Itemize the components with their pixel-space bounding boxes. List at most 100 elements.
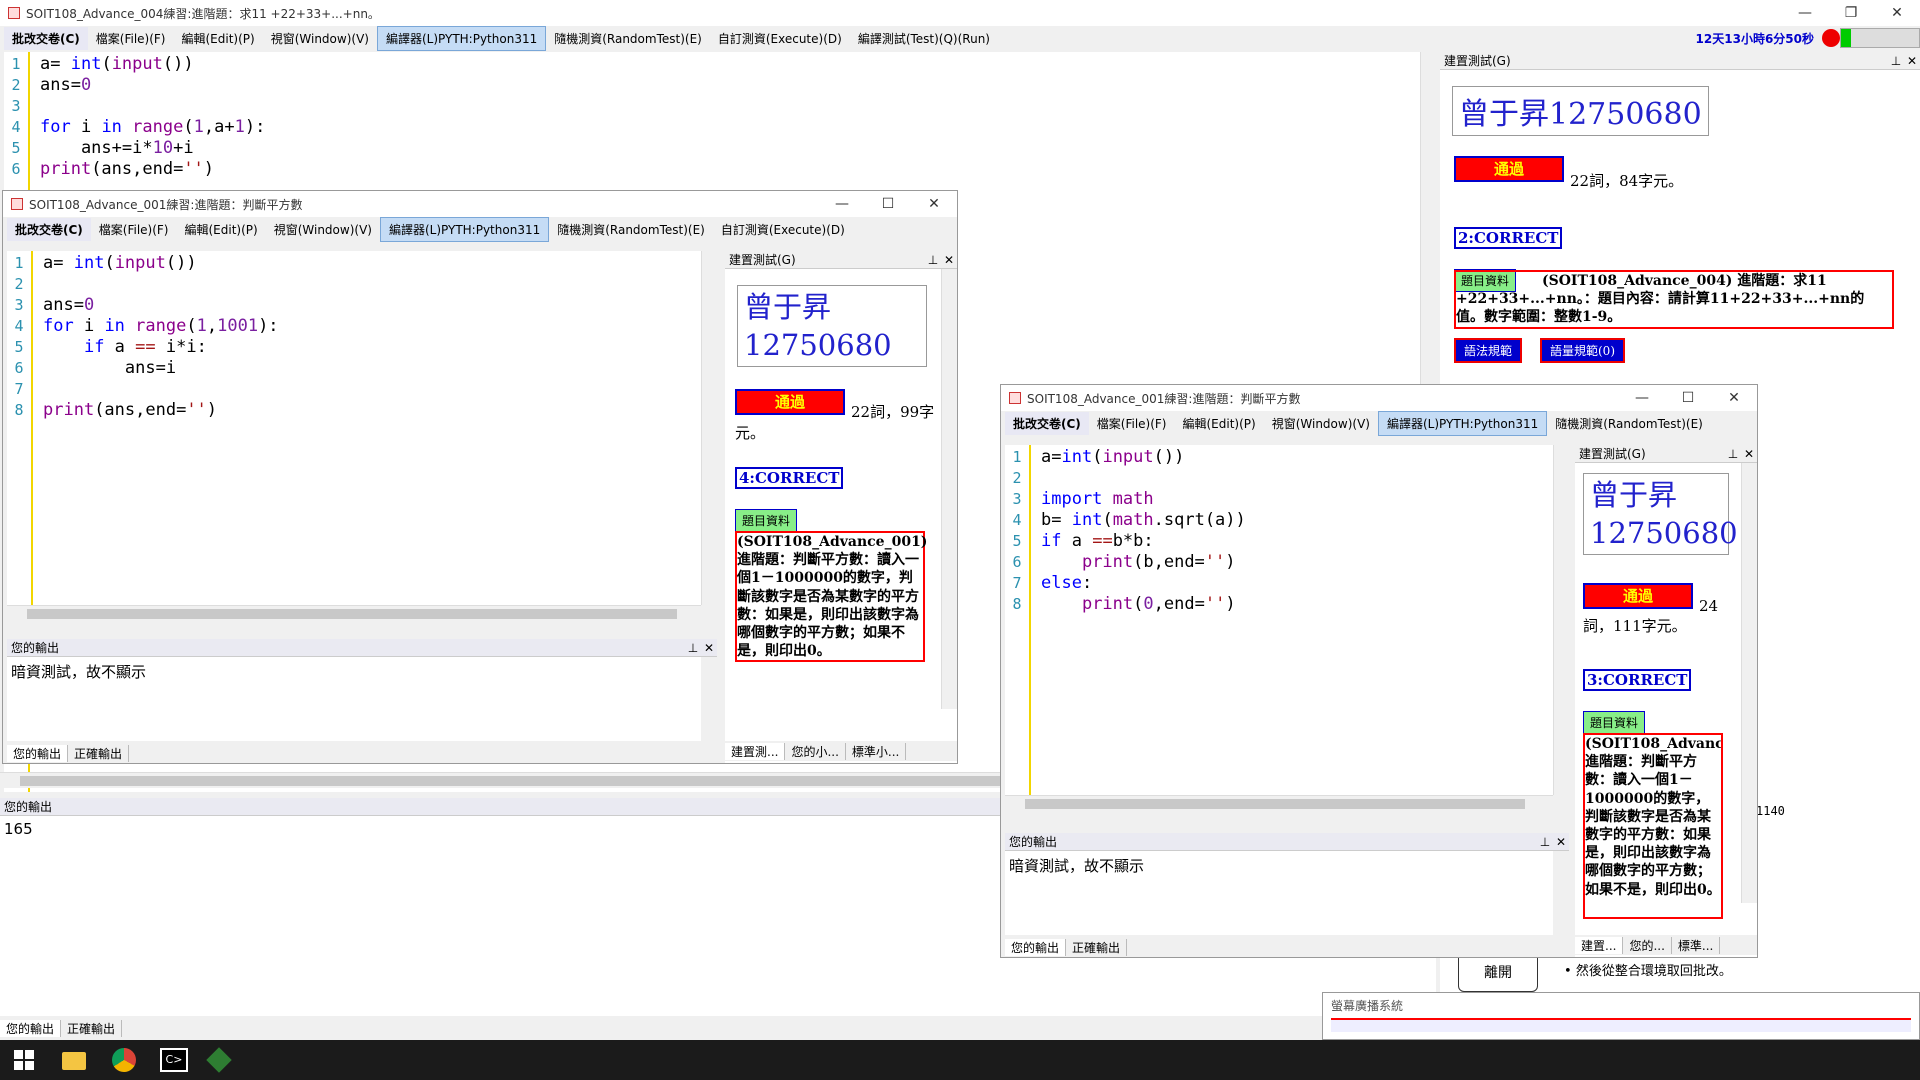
exit-button[interactable]: 離開 [1458, 952, 1538, 992]
win3-titlebar: SOIT108_Advance_001練習:進階題：判斷平方數 — ☐ ✕ [1001, 385, 1757, 411]
code-text: a= int(input()) ans=0 for i in range(1,a… [40, 54, 266, 179]
minimize-icon[interactable]: — [819, 196, 865, 212]
broadcast-window[interactable]: 螢幕廣播系統 [1322, 992, 1920, 1040]
side-header: 建置測試(G) [729, 253, 796, 267]
timer: 12天13小時6分50秒 [1695, 31, 1814, 46]
side-header: 建置測試(G) [1444, 54, 1511, 68]
menu-compiler[interactable]: 編譯器(L)PYTH:Python311 [379, 216, 550, 242]
win3-output: 暗資測試，故不顯示 [1005, 851, 1553, 935]
side-header: 建置測試(G) [1579, 447, 1646, 461]
close-icon[interactable]: ✕ [1553, 835, 1569, 849]
main-menubar: 批改交卷(C) 檔案(File)(F) 編輯(Edit)(P) 視窗(Windo… [0, 25, 1920, 51]
window-advance-001-b: SOIT108_Advance_001練習:進階題：判斷平方數 — ☐ ✕ 批改交卷… [1000, 384, 1758, 958]
side-vscroll[interactable] [1741, 463, 1757, 903]
win2-titlebar: SOIT108_Advance_001練習:進階題：判斷平方數 — ☐ ✕ [3, 191, 957, 217]
taskbar: C> [0, 1040, 1920, 1080]
menu-compiler[interactable]: 編譯器(L)PYTH:Python311 [376, 25, 547, 51]
menu-compiler[interactable]: 編譯器(L)PYTH:Python311 [1377, 410, 1548, 436]
side-vscroll[interactable] [941, 269, 957, 709]
close-icon[interactable]: ✕ [911, 196, 957, 212]
side-misc-number: 1140 [1756, 804, 1785, 818]
window-advance-001-a: SOIT108_Advance_001練習:進階題：判斷平方數 — ☐ ✕ 批改交卷… [2, 190, 958, 764]
close-icon[interactable]: ✕ [941, 253, 957, 267]
menu-submit[interactable]: 批改交卷(C) [1005, 411, 1089, 435]
close-icon[interactable]: ✕ [701, 641, 717, 655]
question-info-button[interactable]: 題目資料 [735, 509, 798, 532]
question-text: (SOIT108_Advance_00 進階題：判斷平方數：讀入一個1－1000… [1583, 733, 1723, 919]
win2-editor-hscroll[interactable] [7, 605, 701, 621]
minimize-icon[interactable]: — [1782, 5, 1828, 21]
pin-icon[interactable]: ⊥ [925, 253, 941, 267]
file-explorer-icon[interactable] [62, 1052, 86, 1070]
tab-your-small[interactable]: 您的小... [785, 742, 846, 760]
maximize-icon[interactable]: ❐ [1828, 5, 1874, 21]
win3-editor-hscroll[interactable] [1005, 795, 1553, 811]
menu-window[interactable]: 視窗(Window)(V) [263, 27, 377, 50]
line-number-gutter: 12345678 [1005, 445, 1031, 795]
close-icon[interactable]: ✕ [1741, 447, 1757, 461]
app-pin-icon[interactable] [206, 1047, 232, 1073]
win2-menubar: 批改交卷(C) 檔案(File)(F) 編輯(Edit)(P) 視窗(Windo… [3, 216, 957, 242]
menu-edit[interactable]: 編輯(Edit)(P) [174, 27, 263, 50]
menu-window[interactable]: 視窗(Window)(V) [1264, 412, 1378, 435]
pin-icon[interactable]: ⊥ [685, 641, 701, 655]
win2-editor-vscroll[interactable] [701, 251, 717, 605]
line-number-gutter: 12345678 [7, 251, 33, 605]
menu-submit[interactable]: 批改交卷(C) [7, 217, 91, 241]
win2-output-tabs: 您的輸出 正確輸出 [7, 743, 717, 763]
close-icon[interactable]: ✕ [1711, 390, 1757, 406]
menu-execute[interactable]: 自訂測資(Execute)(D) [713, 218, 853, 241]
win3-output-tabs: 您的輸出 正確輸出 [1005, 937, 1569, 957]
close-icon[interactable]: ✕ [1904, 54, 1920, 68]
maximize-icon[interactable]: ☐ [1665, 390, 1711, 406]
tab-standard-small[interactable]: 標準... [1672, 936, 1721, 954]
menu-execute[interactable]: 自訂測資(Execute)(D) [710, 27, 850, 50]
tab-correct-output[interactable]: 正確輸出 [68, 744, 130, 762]
menu-edit[interactable]: 編輯(Edit)(P) [177, 218, 266, 241]
pin-icon[interactable]: ⊥ [1888, 54, 1904, 68]
stats-text: 22詞，99字元。 [735, 403, 935, 442]
tab-correct-output[interactable]: 正確輸出 [1066, 938, 1128, 956]
win2-side-tabs: 建置測... 您的小... 標準小... [725, 741, 957, 761]
apple-icon [1822, 29, 1840, 47]
menu-edit[interactable]: 編輯(Edit)(P) [1175, 412, 1264, 435]
tab-correct-output[interactable]: 正確輸出 [61, 1019, 123, 1037]
win2-output: 暗資測試，故不顯示 [7, 657, 701, 741]
menu-submit[interactable]: 批改交卷(C) [4, 26, 88, 50]
vocab-rule-button[interactable]: 語量規範(0) [1540, 338, 1625, 363]
menu-file[interactable]: 檔案(File)(F) [1089, 412, 1175, 435]
chrome-icon[interactable] [112, 1048, 136, 1072]
win3-menubar: 批改交卷(C) 檔案(File)(F) 編輯(Edit)(P) 視窗(Windo… [1001, 410, 1757, 436]
pin-icon[interactable]: ⊥ [1537, 835, 1553, 849]
win3-editor-vscroll[interactable] [1553, 445, 1569, 795]
tab-your-output[interactable]: 您的輸出 [1005, 938, 1067, 956]
question-text: (SOIT108_Advance_004) 進階題：求11 +22+33+...… [1454, 270, 1894, 329]
tab-your-small[interactable]: 您的... [1623, 936, 1672, 954]
win2-code-editor[interactable]: 12345678 a= int(input()) ans=0 for i in … [7, 251, 701, 605]
student-name: 曾于昇12750680 [1583, 473, 1738, 555]
code-text: a= int(input()) ans=0 for i in range(1,1… [43, 253, 279, 420]
menu-random-test[interactable]: 隨機測資(RandomTest)(E) [546, 27, 710, 50]
tab-your-output[interactable]: 您的輸出 [7, 744, 69, 762]
pin-icon[interactable]: ⊥ [1725, 447, 1741, 461]
terminal-icon[interactable]: C> [160, 1048, 188, 1072]
broadcast-preview [1331, 1018, 1911, 1032]
app-icon [8, 7, 20, 19]
maximize-icon[interactable]: ☐ [865, 196, 911, 212]
tab-standard-small[interactable]: 標準小... [846, 742, 907, 760]
tab-build-test[interactable]: 建置... [1575, 936, 1624, 954]
menu-file[interactable]: 檔案(File)(F) [91, 218, 177, 241]
syntax-rule-button[interactable]: 語法規範 [1454, 338, 1523, 363]
menu-random-test[interactable]: 隨機測資(RandomTest)(E) [1547, 412, 1711, 435]
menu-window[interactable]: 視窗(Window)(V) [266, 218, 380, 241]
win3-code-editor[interactable]: 12345678 a=int(input()) import math b= i… [1005, 445, 1553, 795]
question-info-button[interactable]: 題目資料 [1583, 711, 1646, 734]
windows-start-icon[interactable] [14, 1050, 34, 1070]
tab-build-test[interactable]: 建置測... [725, 742, 786, 760]
menu-file[interactable]: 檔案(File)(F) [88, 27, 174, 50]
menu-random-test[interactable]: 隨機測資(RandomTest)(E) [549, 218, 713, 241]
minimize-icon[interactable]: — [1619, 390, 1665, 406]
tab-your-output[interactable]: 您的輸出 [0, 1019, 62, 1037]
close-icon[interactable]: ✕ [1874, 5, 1920, 21]
menu-run[interactable]: 編譯測試(Test)(Q)(Run) [850, 27, 998, 50]
